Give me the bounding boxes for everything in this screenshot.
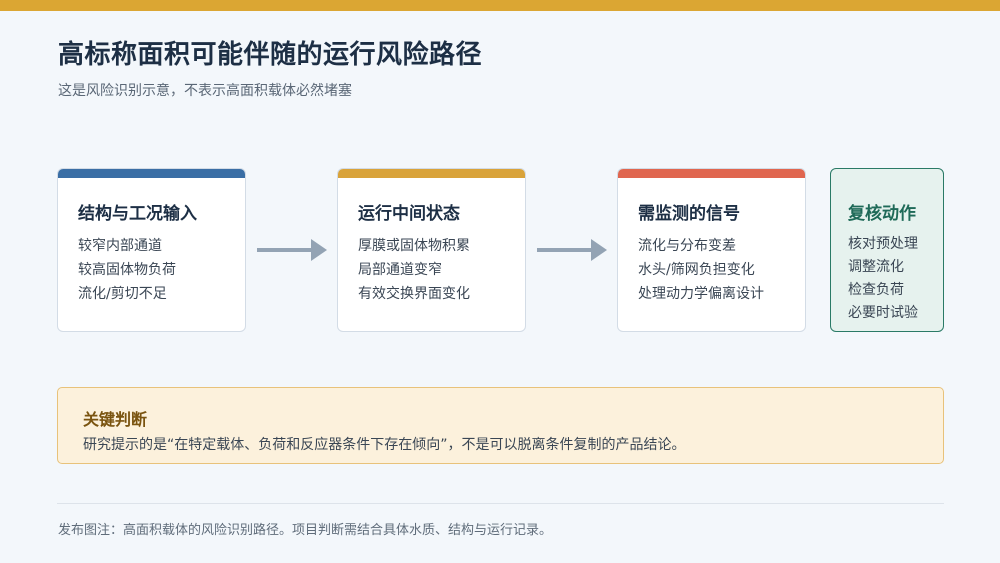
list-item: 必要时试验 bbox=[848, 305, 918, 321]
footer-divider bbox=[57, 503, 944, 504]
list-item: 流化/剪切不足 bbox=[78, 286, 167, 302]
page-subtitle: 这是风险识别示意，不表示高面积载体必然堵塞 bbox=[58, 83, 352, 99]
page-title: 高标称面积可能伴随的运行风险路径 bbox=[58, 40, 483, 70]
callout-title: 关键判断 bbox=[83, 410, 148, 429]
flow-card-inputs: 结构与工况输入 较窄内部通道 较高固体物负荷 流化/剪切不足 bbox=[57, 168, 246, 332]
card-item-list: 核对预处理 调整流化 检查负荷 必要时试验 bbox=[848, 233, 918, 325]
card-color-band bbox=[618, 169, 805, 178]
list-item: 核对预处理 bbox=[848, 236, 918, 252]
list-item: 调整流化 bbox=[848, 259, 904, 275]
list-item: 较窄内部通道 bbox=[78, 238, 162, 254]
card-item-list: 较窄内部通道 较高固体物负荷 流化/剪切不足 bbox=[78, 234, 176, 306]
card-item-list: 流化与分布变差 水头/筛网负担变化 处理动力学偏离设计 bbox=[638, 234, 764, 306]
card-title: 运行中间状态 bbox=[358, 204, 460, 224]
list-item: 处理动力学偏离设计 bbox=[638, 286, 764, 302]
card-item-list: 厚膜或固体物积累 局部通道变窄 有效交换界面变化 bbox=[358, 234, 470, 306]
key-judgement-callout: 关键判断 研究提示的是“在特定载体、负荷和反应器条件下存在倾向”，不是可以脱离条… bbox=[57, 387, 944, 464]
list-item: 厚膜或固体物积累 bbox=[358, 238, 470, 254]
card-title: 结构与工况输入 bbox=[78, 204, 197, 224]
card-color-band bbox=[58, 169, 245, 178]
list-item: 水头/筛网负担变化 bbox=[638, 262, 755, 278]
arrow-right-icon bbox=[257, 239, 327, 261]
card-title: 复核动作 bbox=[848, 204, 916, 224]
list-item: 较高固体物负荷 bbox=[78, 262, 176, 278]
top-accent-bar bbox=[0, 0, 1000, 11]
figure-caption: 发布图注：高面积载体的风险识别路径。项目判断需结合具体水质、结构与运行记录。 bbox=[58, 523, 553, 538]
card-color-band bbox=[338, 169, 525, 178]
flow-card-intermediate-state: 运行中间状态 厚膜或固体物积累 局部通道变窄 有效交换界面变化 bbox=[337, 168, 526, 332]
list-item: 局部通道变窄 bbox=[358, 262, 442, 278]
list-item: 有效交换界面变化 bbox=[358, 286, 470, 302]
callout-text: 研究提示的是“在特定载体、负荷和反应器条件下存在倾向”，不是可以脱离条件复制的产… bbox=[83, 437, 686, 453]
arrow-right-icon bbox=[537, 239, 607, 261]
list-item: 检查负荷 bbox=[848, 282, 904, 298]
flow-card-monitor-signals: 需监测的信号 流化与分布变差 水头/筛网负担变化 处理动力学偏离设计 bbox=[617, 168, 806, 332]
card-title: 需监测的信号 bbox=[638, 204, 740, 224]
flow-card-review-actions: 复核动作 核对预处理 调整流化 检查负荷 必要时试验 bbox=[830, 168, 944, 332]
list-item: 流化与分布变差 bbox=[638, 238, 736, 254]
